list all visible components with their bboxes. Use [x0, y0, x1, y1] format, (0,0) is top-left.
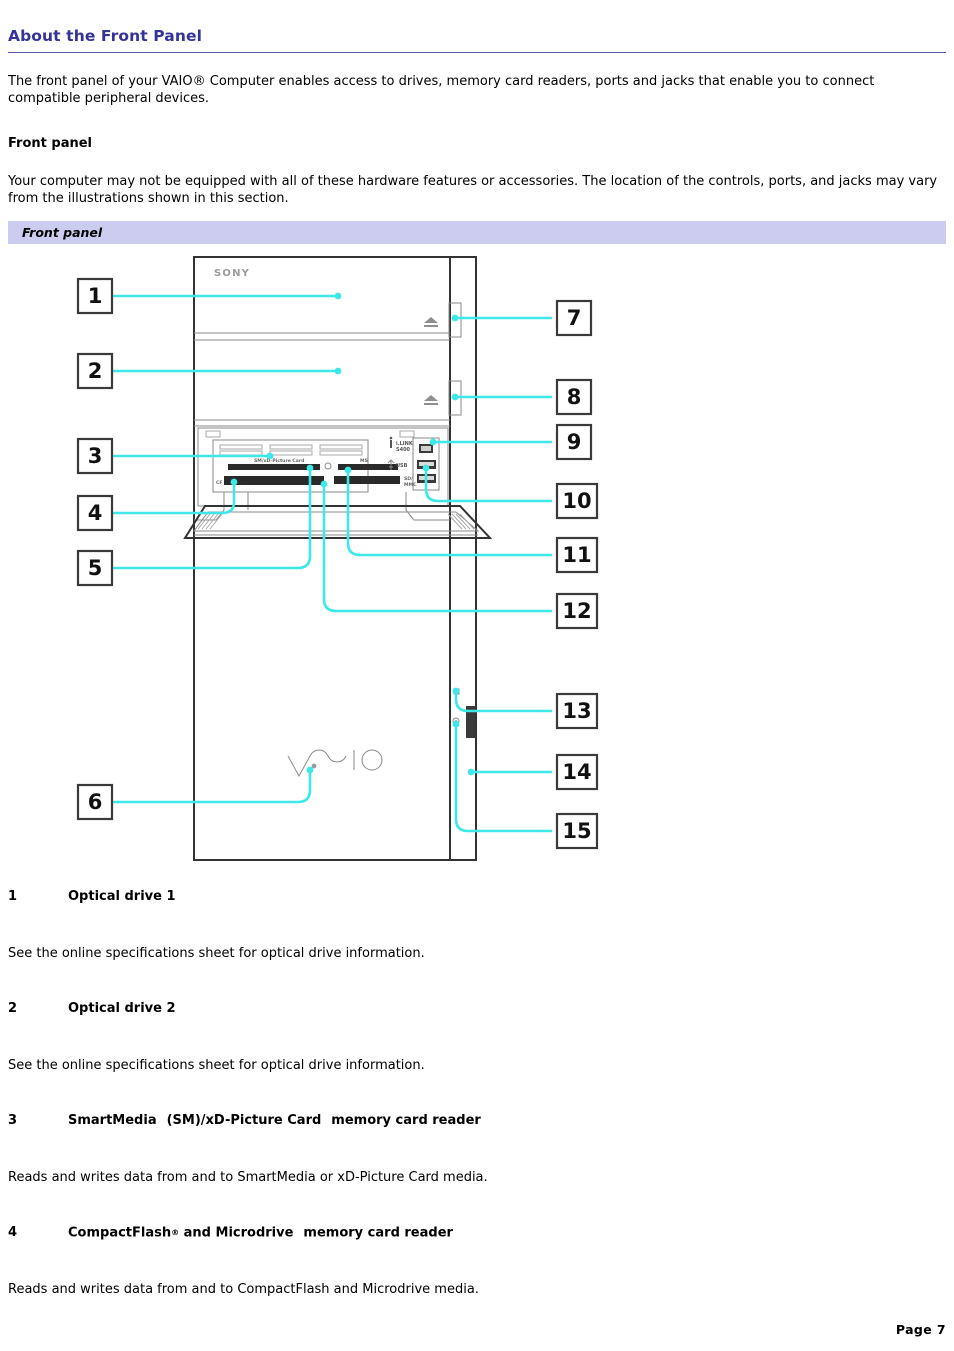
item-4-label-suffix: memory card reader	[303, 1225, 453, 1241]
item-4-description: Reads and writes data from and to Compac…	[8, 1282, 479, 1298]
item-3-description: Reads and writes data from and to SmartM…	[8, 1169, 488, 1185]
svg-text:10: 10	[562, 489, 591, 513]
svg-text:4: 4	[88, 501, 103, 525]
svg-text:13: 13	[562, 699, 591, 723]
figure-caption-label: Front panel	[22, 224, 103, 240]
item-4-heading: 4 CompactFlash® and Microdrive memory car…	[8, 1224, 946, 1241]
item-4: 4 CompactFlash® and Microdrive memory car…	[8, 1224, 946, 1298]
item-1: 1 Optical drive 1 See the online specifi…	[8, 888, 946, 962]
registered-mark: ®	[171, 1227, 180, 1237]
page-footer: Page 7	[895, 1322, 946, 1337]
figure-caption-bar: Front panel	[8, 220, 946, 244]
svg-text:3: 3	[88, 444, 103, 468]
item-3-label-suffix: memory card reader	[331, 1112, 481, 1128]
callout-4: 4	[76, 494, 114, 531]
eject-icon-drive2	[424, 394, 438, 405]
item-4-label-mid: and Microdrive	[183, 1225, 294, 1241]
callout-9: 9	[555, 423, 593, 460]
callout-10: 10	[555, 482, 599, 519]
item-2: 2 Optical drive 2 See the online specifi…	[8, 1000, 946, 1074]
svg-text:2: 2	[88, 359, 103, 383]
slot-label-ms: MS	[360, 458, 368, 464]
svg-text:5: 5	[88, 556, 103, 580]
item-3-label: SmartMedia (SM)/xD-Picture Card memory car…	[68, 1112, 946, 1129]
item-3-heading: 3 SmartMedia (SM)/xD-Picture Card memory c…	[8, 1112, 946, 1129]
front-panel-figure: .out { fill:none; stroke:#333333; stroke…	[8, 248, 946, 888]
item-1-description: See the online specifications sheet for …	[8, 945, 425, 961]
eject-icon-drive1	[424, 316, 438, 327]
item-4-label: CompactFlash® and Microdrive memory card …	[68, 1224, 946, 1241]
callout-13: 13	[555, 692, 599, 729]
item-2-number: 2	[8, 1000, 18, 1016]
item-2-heading: 2 Optical drive 2	[8, 1000, 946, 1017]
callout-1: 1	[76, 277, 114, 314]
callout-14: 14	[555, 753, 599, 790]
tower-chassis: SM/xD-Picture Card CF MS SD/ MMC i.LINK …	[183, 255, 493, 861]
callout-2: 2	[76, 352, 114, 389]
callout-3: 3	[76, 437, 114, 474]
item-3-number: 3	[8, 1112, 18, 1128]
item-1-heading: 1 Optical drive 1	[8, 888, 946, 905]
item-4-label-main: CompactFlash	[68, 1225, 172, 1241]
document-page: About the Front Panel The front panel of…	[0, 0, 954, 1351]
item-2-label: Optical drive 2	[68, 1000, 176, 1016]
section-heading: Front panel	[8, 135, 92, 151]
svg-text:14: 14	[562, 760, 591, 784]
svg-text:12: 12	[562, 599, 591, 623]
slot-label-mmc: MMC	[404, 482, 417, 488]
intro-paragraph: The front panel of your VAIO® Computer e…	[8, 73, 946, 107]
title-divider	[8, 51, 946, 53]
port-label-usb: USB	[396, 463, 408, 469]
svg-text:7: 7	[567, 306, 582, 330]
svg-text:8: 8	[567, 385, 582, 409]
item-1-label: Optical drive 1	[68, 888, 176, 904]
page-title: About the Front Panel	[8, 27, 203, 45]
callout-6: 6	[76, 783, 114, 820]
sony-logo: SONY	[214, 268, 250, 279]
svg-text:1: 1	[88, 284, 103, 308]
svg-text:6: 6	[88, 790, 103, 814]
intro-text: The front panel of your VAIO® Computer e…	[8, 73, 875, 106]
svg-text:9: 9	[567, 430, 582, 454]
item-3-label-mid: (SM)/xD-Picture Card	[166, 1112, 322, 1128]
callout-12: 12	[555, 592, 599, 629]
vaio-logo	[287, 749, 383, 777]
callout-8: 8	[555, 378, 593, 415]
slot-label-sd: SD/	[404, 476, 413, 482]
svg-text:11: 11	[562, 543, 591, 567]
item-3: 3 SmartMedia (SM)/xD-Picture Card memory c…	[8, 1112, 946, 1186]
callout-leader-lines	[112, 292, 553, 833]
item-3-label-main: SmartMedia	[68, 1112, 157, 1128]
item-2-description: See the online specifications sheet for …	[8, 1057, 425, 1073]
callout-15: 15	[555, 812, 599, 849]
port-label-ilink-2: S400	[396, 447, 411, 453]
slot-label-sm-xd: SM/xD-Picture Card	[254, 458, 304, 464]
callout-boxes: 1 2 3 4 5 6 7 8 9 10 11 12 13 14 15	[76, 277, 599, 849]
callout-7: 7	[555, 299, 593, 336]
slot-label-cf: CF	[216, 480, 223, 486]
item-4-number: 4	[8, 1224, 18, 1240]
callout-11: 11	[555, 536, 599, 573]
item-1-number: 1	[8, 888, 18, 904]
callout-5: 5	[76, 549, 114, 586]
front-door-open	[183, 491, 493, 539]
section-note: Your computer may not be equipped with a…	[8, 173, 938, 206]
svg-text:15: 15	[562, 819, 591, 843]
